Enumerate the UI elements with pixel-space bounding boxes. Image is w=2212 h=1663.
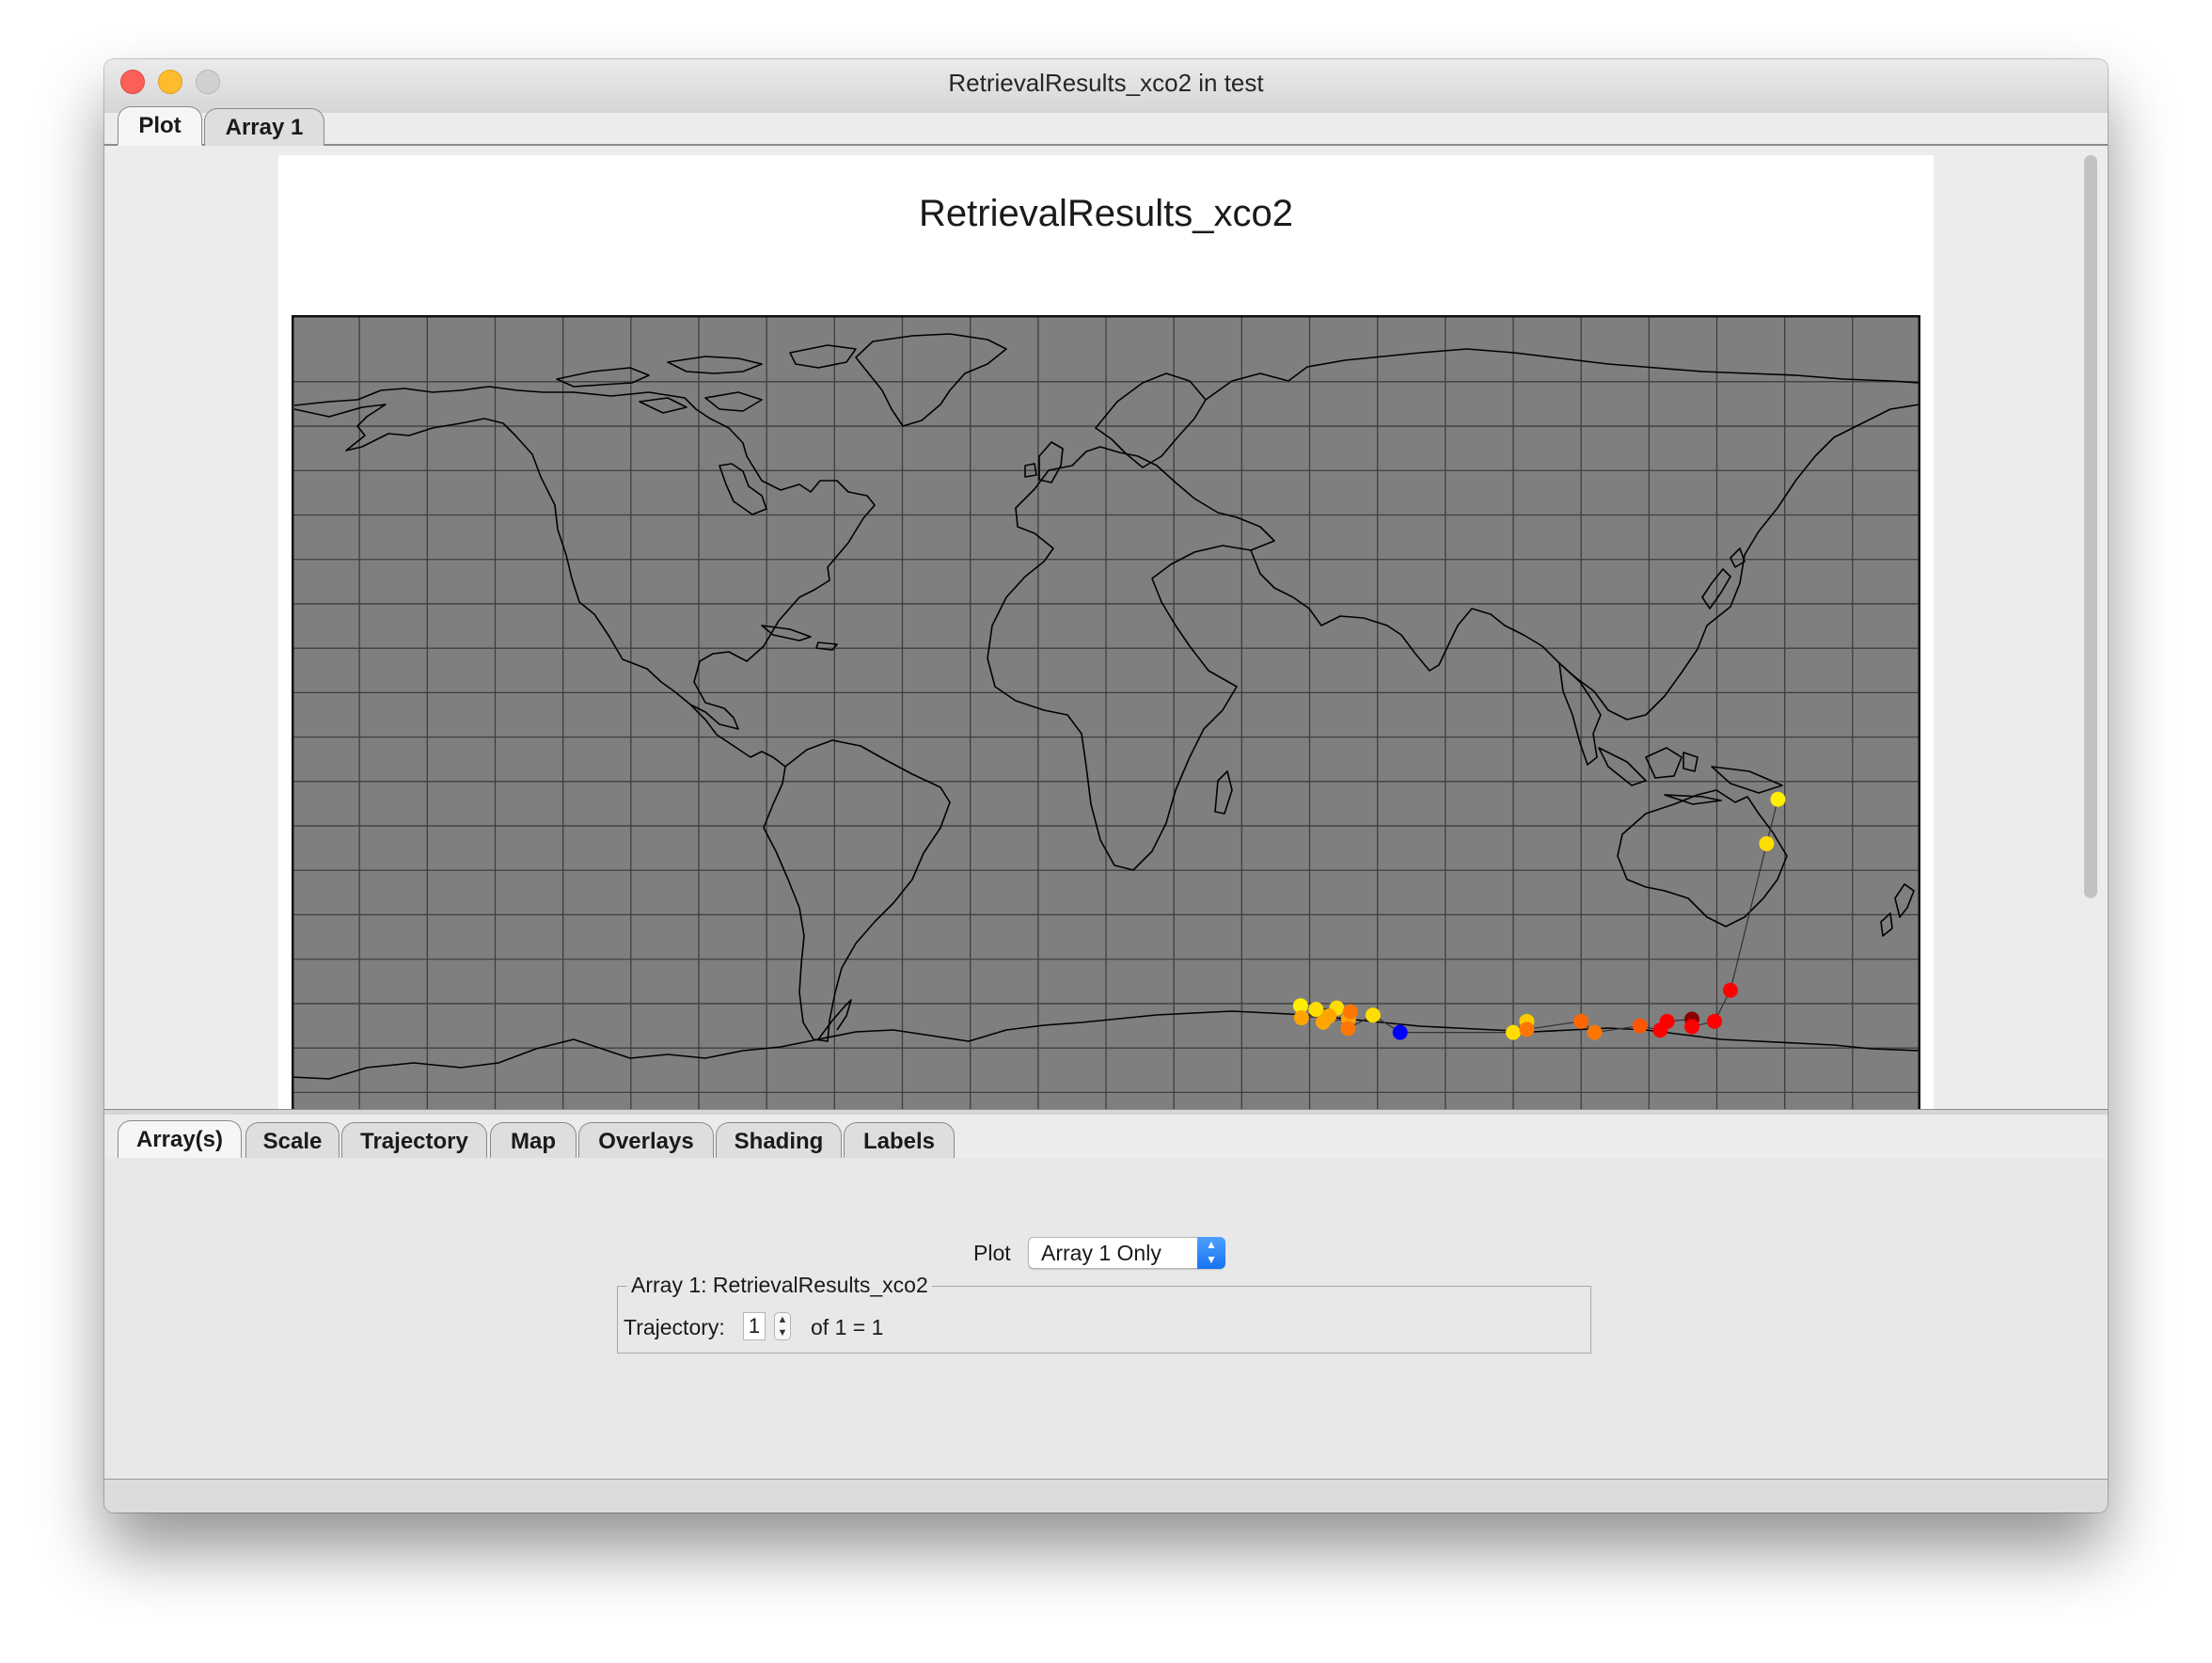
tab-overlays[interactable]: Overlays [578, 1122, 714, 1160]
trajectory-stepper[interactable]: ▲ ▼ [774, 1312, 791, 1340]
trajectory-point [1340, 1021, 1356, 1037]
updown-chevron-icon: ▲ ▼ [1197, 1237, 1225, 1269]
tab-array-1[interactable]: Array 1 [204, 108, 324, 146]
array-group-title: Array 1: RetrievalResults_xco2 [627, 1273, 932, 1298]
chart-title: RetrievalResults_xco2 [919, 193, 1293, 234]
trajectory-point [1293, 1010, 1309, 1026]
trajectory-input[interactable]: 1 [743, 1312, 766, 1340]
tab-plot[interactable]: Plot [118, 106, 202, 146]
trajectory-point [1392, 1024, 1408, 1040]
status-bar [104, 1479, 2108, 1513]
settings-tab-bar: Array(s) Scale Trajectory Map Overlays S… [104, 1115, 2108, 1160]
trajectory-point [1707, 1013, 1723, 1029]
tab-labels[interactable]: Labels [844, 1122, 955, 1160]
trajectory-point [1365, 1007, 1381, 1023]
top-tab-bar: Plot Array 1 [104, 103, 2108, 146]
trajectory-point [1632, 1018, 1648, 1034]
trajectory-point [1770, 791, 1786, 807]
plot-area: RetrievalResults_xco2 [104, 146, 2108, 1109]
trajectory-point [1342, 1004, 1358, 1020]
trajectory-point [1684, 1019, 1700, 1035]
app-window: RetrievalResults_xco2 in test Plot Array… [104, 59, 2108, 1513]
trajectory-point [1308, 1002, 1324, 1018]
trajectory-point [1587, 1024, 1603, 1040]
trajectory-point [1759, 835, 1775, 851]
trajectory-label: Trajectory: [624, 1315, 725, 1339]
plot-mode-value: Array 1 Only [1041, 1241, 1161, 1265]
tab-scale[interactable]: Scale [245, 1122, 340, 1160]
trajectory-point [1722, 982, 1738, 998]
plot-panel: RetrievalResults_xco2 [278, 155, 1934, 1109]
trajectory-point [1659, 1013, 1675, 1029]
world-map [292, 315, 1920, 1109]
tab-shading[interactable]: Shading [716, 1122, 842, 1160]
trajectory-count: of 1 = 1 [811, 1315, 884, 1339]
array-settings-panel: Plot Array 1 Only ▲ ▼ Array 1: RetrievalR… [104, 1158, 2108, 1513]
plot-scrollbar-thumb[interactable] [2084, 155, 2097, 898]
tab-trajectory[interactable]: Trajectory [341, 1122, 487, 1160]
plot-mode-select[interactable]: Array 1 Only ▲ ▼ [1028, 1237, 1225, 1269]
window-title: RetrievalResults_xco2 in test [948, 69, 1264, 97]
trajectory-point [1519, 1022, 1535, 1037]
tab-map[interactable]: Map [490, 1122, 577, 1160]
plot-mode-label: Plot [973, 1241, 1011, 1265]
trajectory-point [1506, 1024, 1521, 1040]
trajectory-point [1573, 1013, 1589, 1029]
tab-arrays[interactable]: Array(s) [118, 1120, 242, 1160]
trajectory-point [1315, 1014, 1331, 1030]
array-group-box: Array 1: RetrievalResults_xco2 Trajector… [617, 1273, 1591, 1354]
